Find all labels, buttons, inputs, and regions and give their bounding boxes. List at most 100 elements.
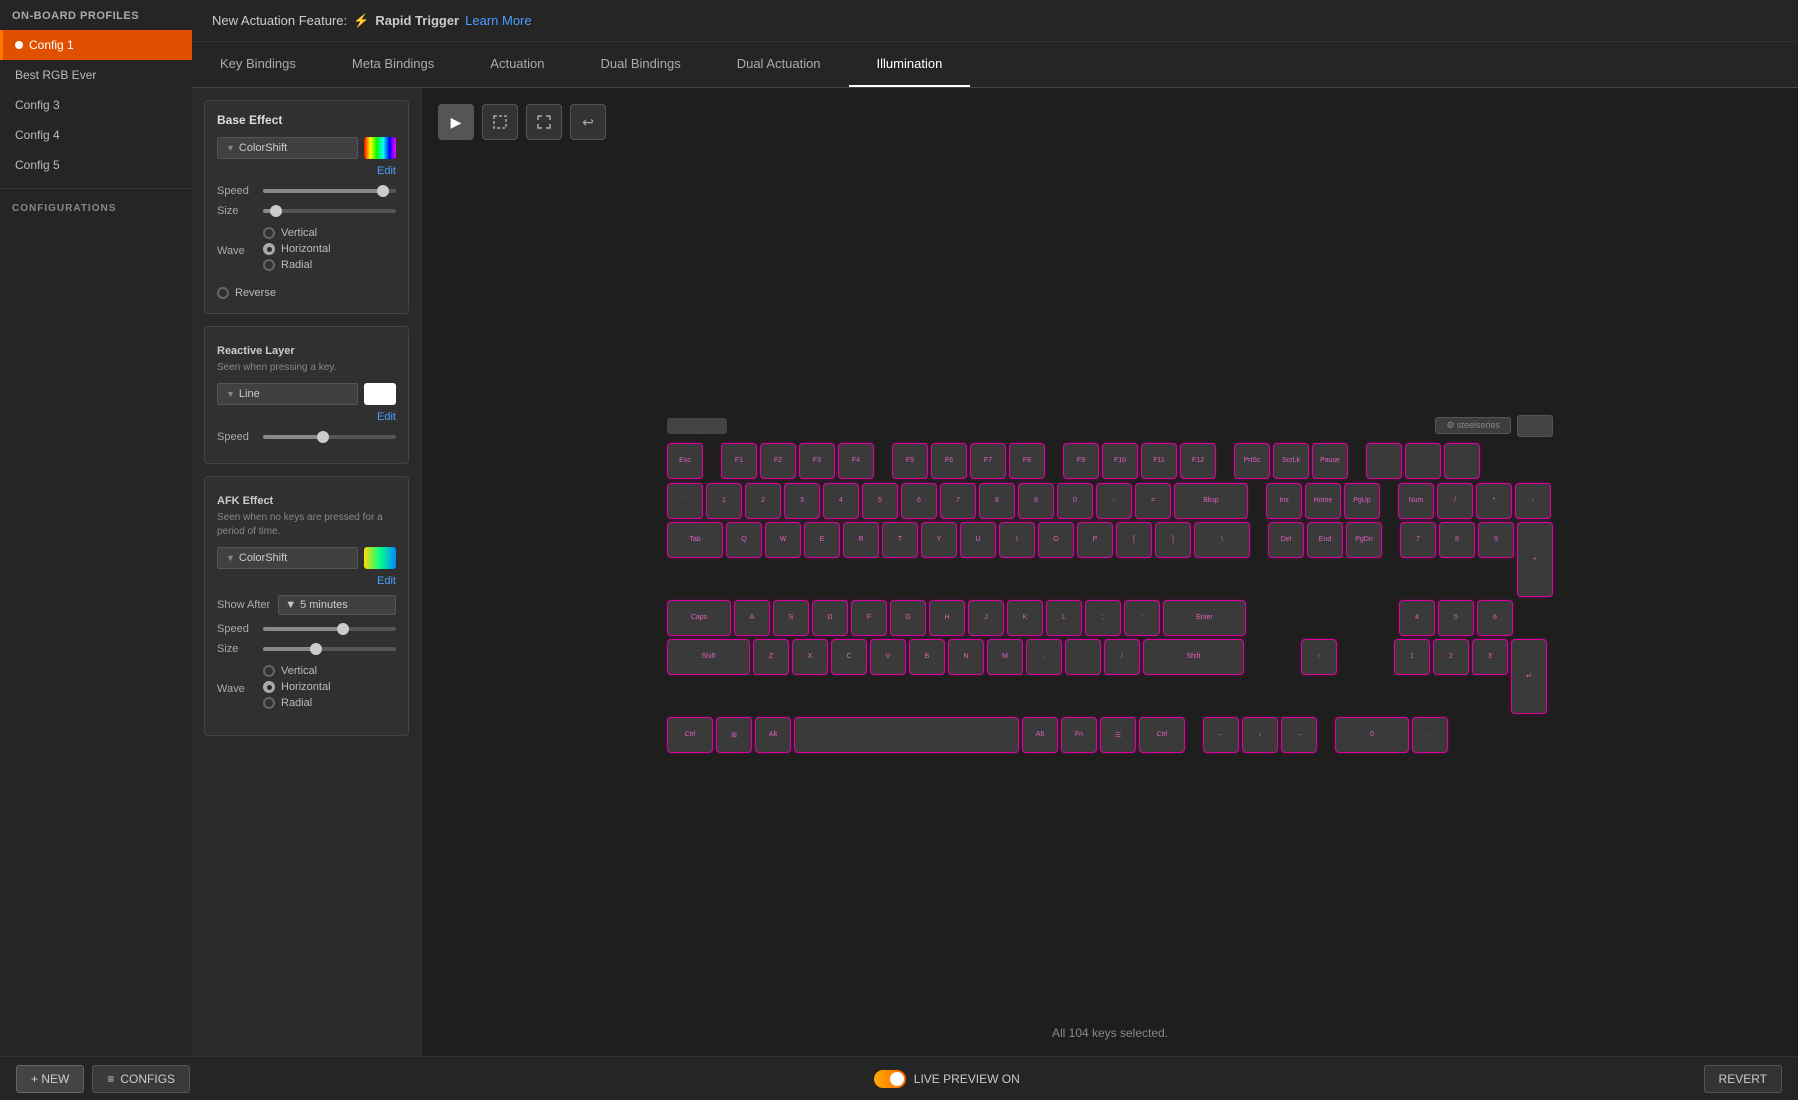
key-prtsc[interactable]: PrtSc <box>1234 443 1270 479</box>
afk-wave-radial[interactable]: Radial <box>263 695 331 711</box>
reactive-effect-dropdown[interactable]: ▼ Line <box>217 383 358 405</box>
key-enter[interactable]: Enter <box>1163 600 1246 636</box>
undo-button[interactable]: ↩ <box>570 104 606 140</box>
base-speed-track[interactable] <box>263 189 396 193</box>
revert-button[interactable]: REVERT <box>1704 1065 1782 1093</box>
key-f11[interactable]: F11 <box>1141 443 1177 479</box>
tab-meta-bindings[interactable]: Meta Bindings <box>324 42 462 87</box>
key-backspace[interactable]: Bksp <box>1174 483 1248 519</box>
tab-illumination[interactable]: Illumination <box>849 42 971 87</box>
afk-speed-track[interactable] <box>263 627 396 631</box>
key-f12[interactable]: F12 <box>1180 443 1216 479</box>
key-9[interactable]: 9 <box>1018 483 1054 519</box>
select-tool-button[interactable]: ▶ <box>438 104 474 140</box>
key-m[interactable]: M <box>987 639 1023 675</box>
key-f6[interactable]: F6 <box>931 443 967 479</box>
key-media2[interactable] <box>1405 443 1441 479</box>
key-lalt[interactable]: Alt <box>755 717 791 753</box>
reactive-effect-edit-link[interactable]: Edit <box>217 411 396 423</box>
tab-dual-bindings[interactable]: Dual Bindings <box>572 42 708 87</box>
sidebar-item-config4[interactable]: Config 4 <box>0 120 192 150</box>
key-comma[interactable]: , <box>1026 639 1062 675</box>
key-esc[interactable]: Esc <box>667 443 703 479</box>
reactive-speed-track[interactable] <box>263 435 396 439</box>
key-rctrl[interactable]: Ctrl <box>1139 717 1185 753</box>
key-home[interactable]: Home <box>1305 483 1341 519</box>
learn-more-link[interactable]: Learn More <box>465 13 531 28</box>
live-preview-toggle[interactable] <box>874 1070 906 1088</box>
tab-key-bindings[interactable]: Key Bindings <box>192 42 324 87</box>
key-j[interactable]: J <box>968 600 1004 636</box>
key-8[interactable]: 8 <box>979 483 1015 519</box>
key-rshift[interactable]: Shift <box>1143 639 1244 675</box>
key-num2[interactable]: 2 <box>1433 639 1469 675</box>
fullscreen-button[interactable] <box>526 104 562 140</box>
key-f8[interactable]: F8 <box>1009 443 1045 479</box>
key-arrow-right[interactable]: → <box>1281 717 1317 753</box>
key-f2[interactable]: F2 <box>760 443 796 479</box>
key-k[interactable]: K <box>1007 600 1043 636</box>
afk-wave-horizontal-radio[interactable] <box>263 681 275 693</box>
key-7[interactable]: 7 <box>940 483 976 519</box>
key-c[interactable]: C <box>831 639 867 675</box>
key-end[interactable]: End <box>1307 522 1343 558</box>
key-numlock[interactable]: Num <box>1398 483 1434 519</box>
key-tab[interactable]: Tab <box>667 522 723 558</box>
key-numplus[interactable]: + <box>1517 522 1553 597</box>
key-rbracket[interactable]: ] <box>1155 522 1191 558</box>
sidebar-item-config1[interactable]: Config 1 <box>0 30 192 60</box>
key-pgdn[interactable]: PgDn <box>1346 522 1382 558</box>
key-b[interactable]: B <box>909 639 945 675</box>
base-wave-horizontal-radio[interactable] <box>263 243 275 255</box>
base-effect-edit-link[interactable]: Edit <box>217 165 396 177</box>
key-caps[interactable]: Caps <box>667 600 731 636</box>
key-f7[interactable]: F7 <box>970 443 1006 479</box>
key-1[interactable]: 1 <box>706 483 742 519</box>
key-0[interactable]: 0 <box>1057 483 1093 519</box>
key-numslash[interactable]: / <box>1437 483 1473 519</box>
kb-menu-button[interactable] <box>1517 415 1553 437</box>
key-lwin[interactable]: ⊞ <box>716 717 752 753</box>
sidebar-item-config3[interactable]: Config 3 <box>0 90 192 120</box>
afk-effect-dropdown[interactable]: ▼ ColorShift <box>217 547 358 569</box>
tab-actuation[interactable]: Actuation <box>462 42 572 87</box>
key-numminus[interactable]: - <box>1515 483 1551 519</box>
key-2[interactable]: 2 <box>745 483 781 519</box>
key-f9[interactable]: F9 <box>1063 443 1099 479</box>
key-pause[interactable]: Pause <box>1312 443 1348 479</box>
key-o[interactable]: O <box>1038 522 1074 558</box>
afk-wave-vertical-radio[interactable] <box>263 665 275 677</box>
key-arrow-down[interactable]: ↓ <box>1242 717 1278 753</box>
key-6[interactable]: 6 <box>901 483 937 519</box>
key-lshift[interactable]: Shift <box>667 639 750 675</box>
key-lbracket[interactable]: [ <box>1116 522 1152 558</box>
key-i[interactable]: I <box>999 522 1035 558</box>
sidebar-item-config2[interactable]: Best RGB Ever <box>0 60 192 90</box>
key-p[interactable]: P <box>1077 522 1113 558</box>
afk-wave-vertical[interactable]: Vertical <box>263 663 331 679</box>
key-d[interactable]: D <box>812 600 848 636</box>
base-reverse-row[interactable]: Reverse <box>217 285 396 301</box>
key-z[interactable]: Z <box>753 639 789 675</box>
key-f3[interactable]: F3 <box>799 443 835 479</box>
reactive-effect-color-swatch[interactable] <box>364 383 396 405</box>
afk-effect-color-swatch[interactable] <box>364 547 396 569</box>
key-num3[interactable]: 3 <box>1472 639 1508 675</box>
key-quote[interactable]: ' <box>1124 600 1160 636</box>
base-size-track[interactable] <box>263 209 396 213</box>
key-del[interactable]: Del <box>1268 522 1304 558</box>
key-x[interactable]: X <box>792 639 828 675</box>
key-num0[interactable]: 0 <box>1335 717 1409 753</box>
key-media1[interactable] <box>1366 443 1402 479</box>
show-after-select[interactable]: ▼ 5 minutes <box>278 595 396 615</box>
afk-effect-edit-link[interactable]: Edit <box>217 575 396 587</box>
key-f4[interactable]: F4 <box>838 443 874 479</box>
key-equals[interactable]: = <box>1135 483 1171 519</box>
key-semicolon[interactable]: ; <box>1085 600 1121 636</box>
base-wave-horizontal[interactable]: Horizontal <box>263 241 331 257</box>
key-r[interactable]: R <box>843 522 879 558</box>
key-numenter[interactable]: ↵ <box>1511 639 1547 714</box>
key-backslash[interactable]: \ <box>1194 522 1250 558</box>
configs-button[interactable]: ≡ CONFIGS <box>92 1065 190 1093</box>
key-ins[interactable]: Ins <box>1266 483 1302 519</box>
